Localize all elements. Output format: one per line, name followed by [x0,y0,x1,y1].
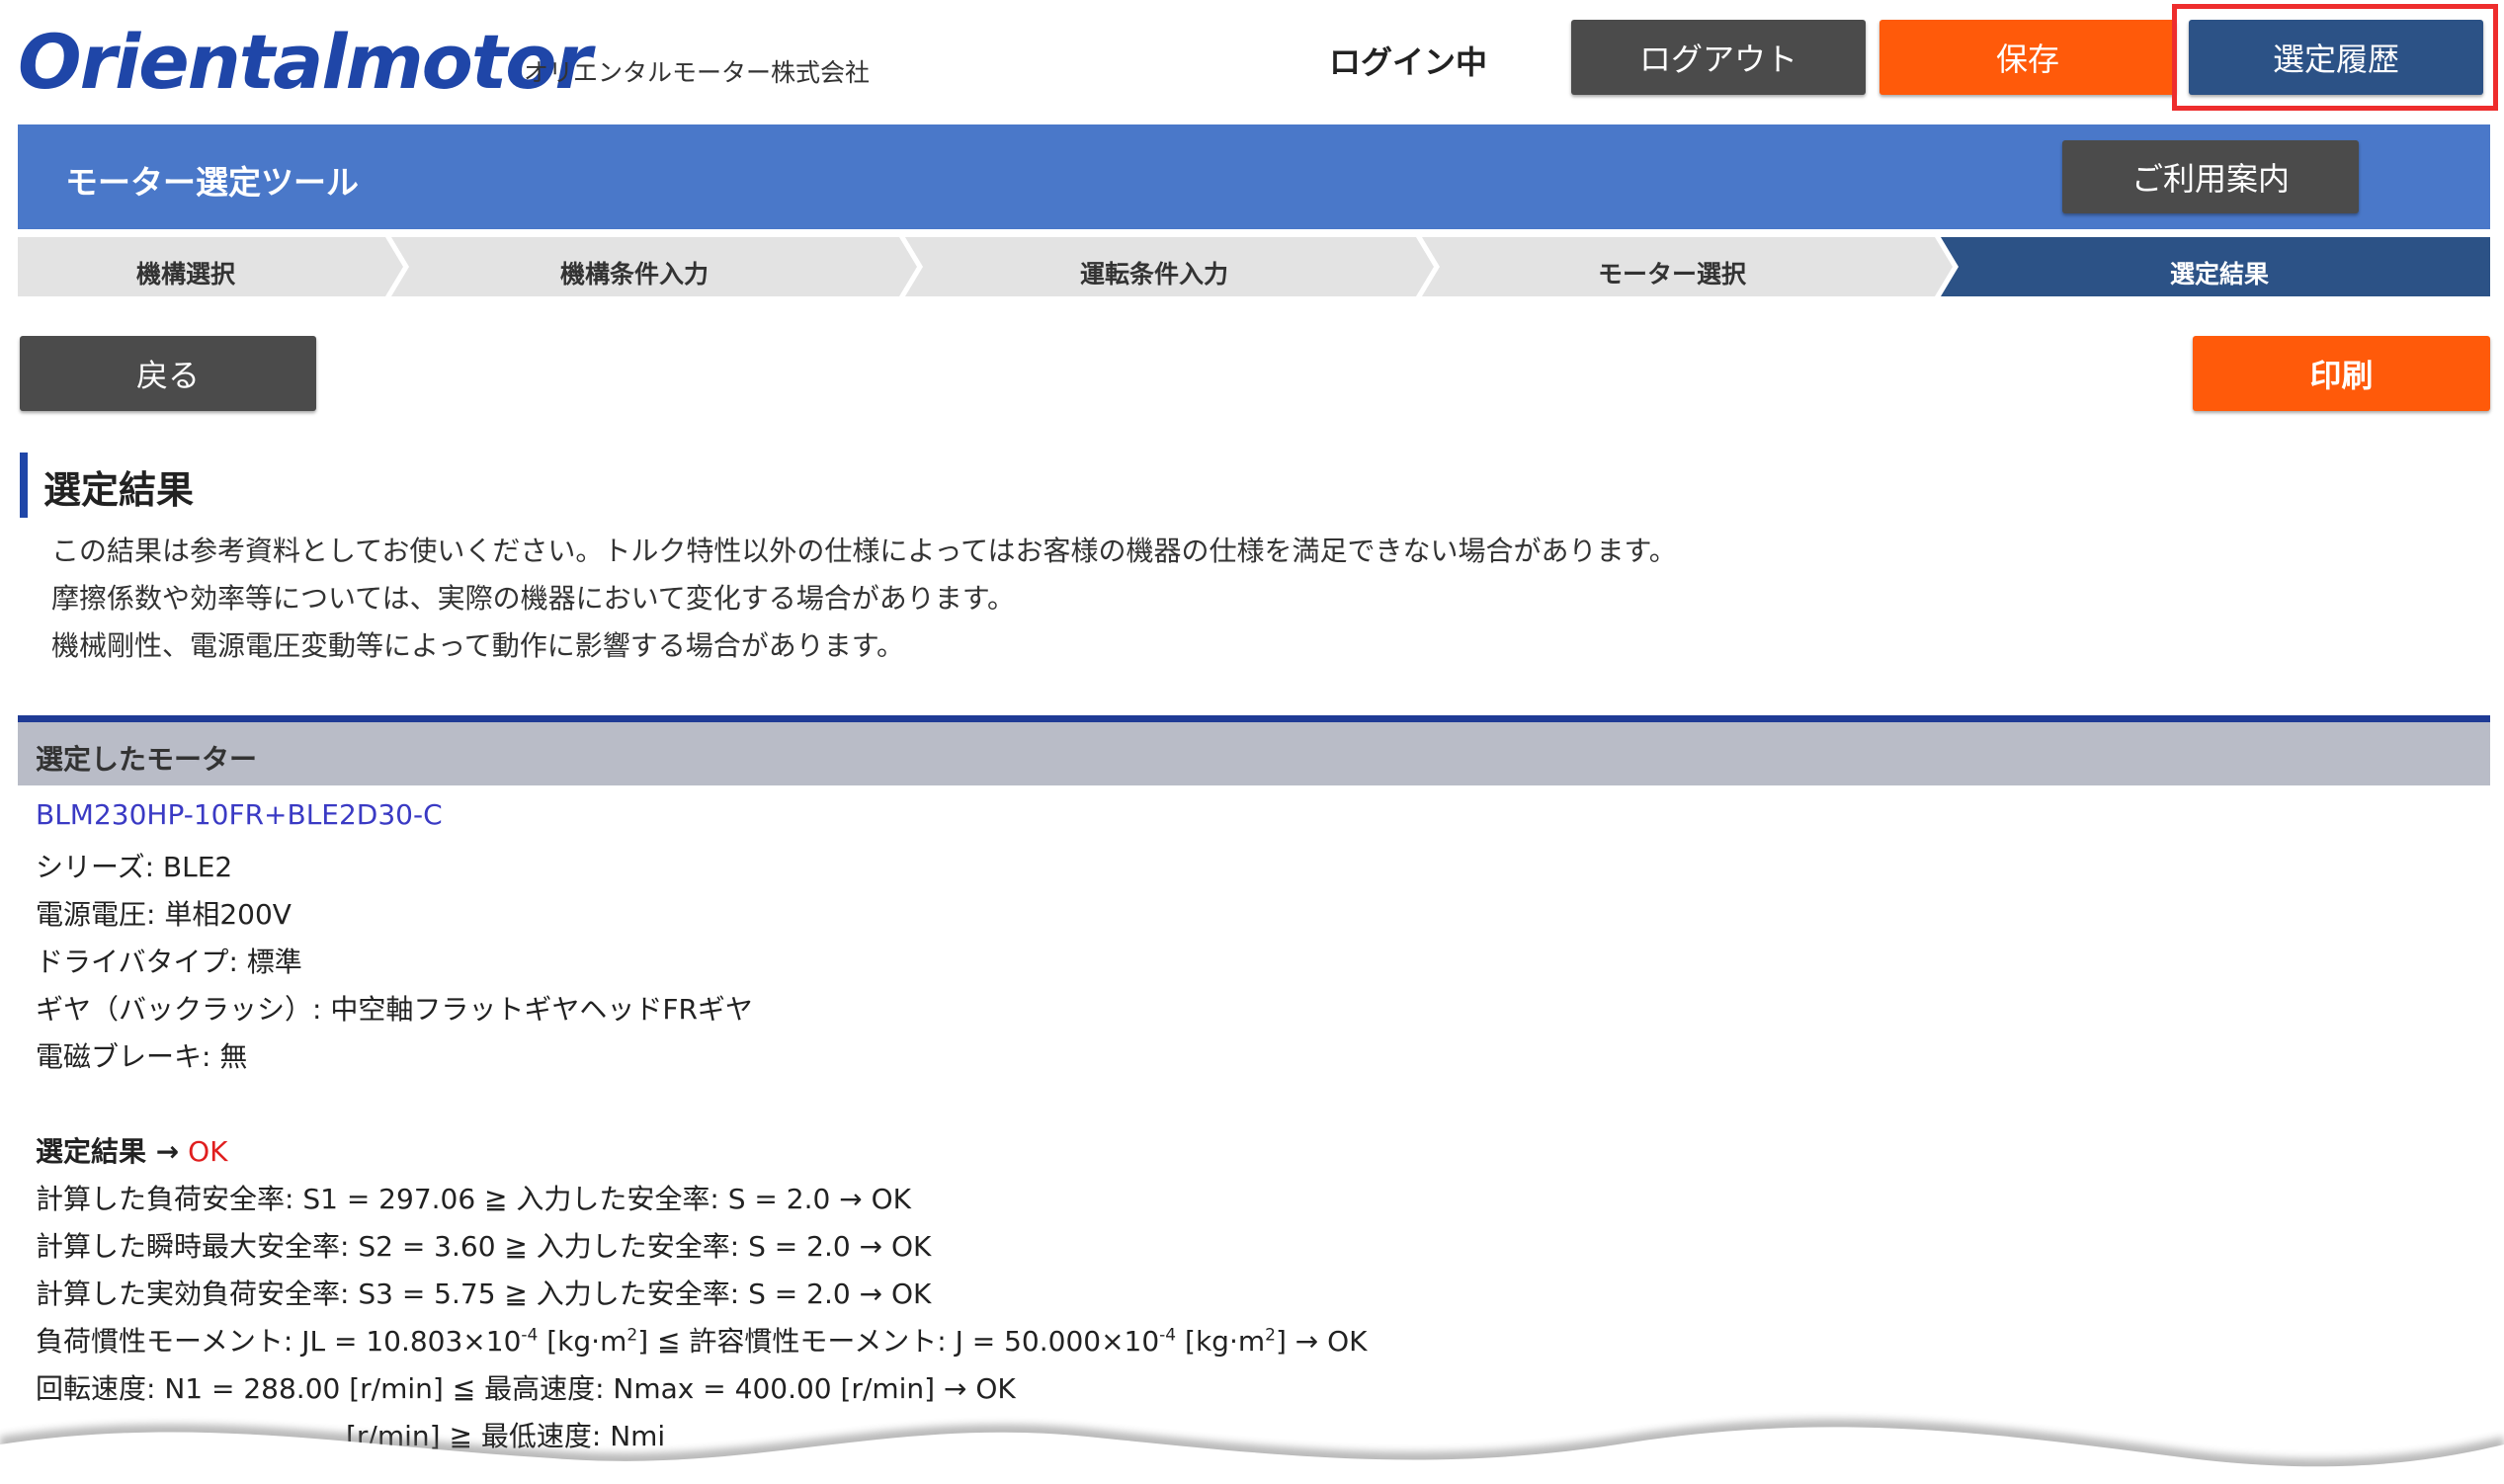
torn-edge-decoration [0,1419,2504,1484]
section-title: 選定結果 [43,468,195,512]
section-accent-bar [20,453,28,518]
motor-brake: 電磁ブレーキ: 無 [36,1040,248,1073]
notice-line-3: 機械剛性、電源電圧変動等によって動作に影響する場合があります。 [51,629,904,662]
result-s3: 計算した実効負荷安全率: S3 = 5.75 ≧ 入力した安全率: S = 2.… [36,1278,932,1310]
login-status: ログイン中 [1329,43,1488,81]
step-motor-select[interactable]: モーター選択 [1598,255,1746,290]
result-s1: 計算した負荷安全率: S1 = 297.06 ≧ 入力した安全率: S = 2.… [36,1183,911,1215]
result-label: 選定結果 → [36,1135,180,1168]
selected-motor-header [18,722,2490,785]
section-rule [18,715,2490,722]
motor-series: シリーズ: BLE2 [36,851,233,883]
print-button[interactable]: 印刷 [2193,336,2490,411]
step-operation-conditions[interactable]: 運転条件入力 [1080,255,1228,290]
step-selection-result: 選定結果 [2170,260,2270,289]
selected-motor-heading: 選定したモーター [36,743,258,776]
motor-gear: ギヤ（バックラッシ）: 中空軸フラットギヤヘッドFRギヤ [36,993,753,1026]
motor-voltage: 電源電圧: 単相200V [36,898,292,931]
logout-button[interactable]: ログアウト [1571,20,1866,95]
result-inertia: 負荷慣性モーメント: JL = 10.803×10-4 [kg·m2] ≦ 許容… [36,1325,1368,1358]
result-summary: 選定結果 → OK [36,1130,228,1170]
user-guide-button[interactable]: ご利用案内 [2062,140,2359,213]
tool-title: モーター選定ツール [65,163,359,202]
result-s2: 計算した瞬時最大安全率: S2 = 3.60 ≧ 入力した安全率: S = 2.… [36,1230,932,1263]
step-progress-bar [18,237,2490,296]
company-name: オリエンタルモーター株式会社 [524,58,871,87]
save-button[interactable]: 保存 [1879,20,2176,95]
notice-line-1: この結果は参考資料としてお使いください。トルク特性以外の仕様によってはお客様の機… [51,535,1677,567]
motor-driver-type: ドライバタイプ: 標準 [36,946,302,978]
oriental-motor-logo: Orientalmotor [18,18,592,106]
selection-history-button[interactable]: 選定履歴 [2189,20,2483,95]
back-button[interactable]: 戻る [20,336,316,411]
step-mechanism-conditions[interactable]: 機構条件入力 [560,255,709,290]
result-ok-status: OK [188,1135,228,1168]
motor-model-link[interactable]: BLM230HP-10FR+BLE2D30-C [36,798,443,831]
step-mechanism-select[interactable]: 機構選択 [136,255,235,290]
notice-line-2: 摩擦係数や効率等については、実際の機器において変化する場合があります。 [51,582,1015,615]
